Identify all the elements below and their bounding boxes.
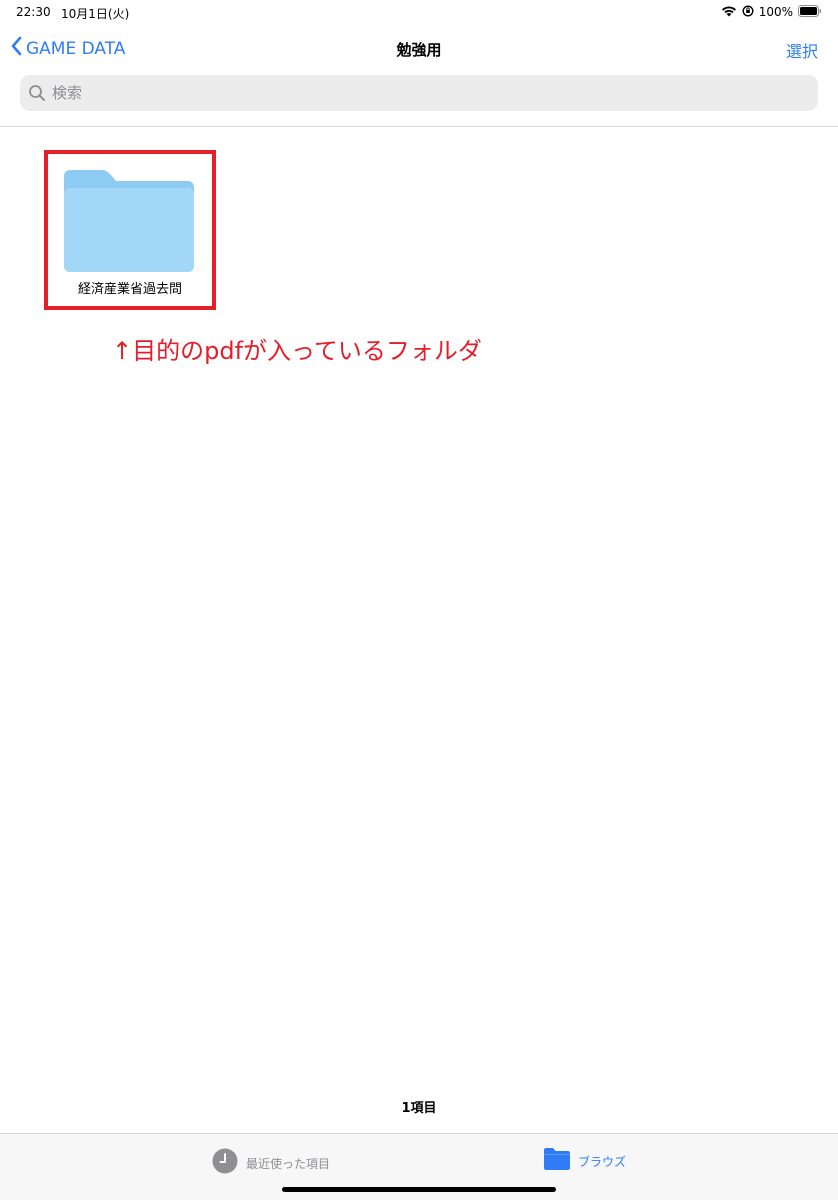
item-count: 1項目 [401,1101,437,1116]
select-button[interactable]: 選択 [786,38,818,62]
tab-recents-label: 最近使った項目 [246,1156,331,1171]
header-divider [0,126,838,127]
annotation-text: ↑目的のpdfが入っているフォルダ [112,337,482,365]
search-input[interactable] [50,83,794,103]
folder-icon [64,170,194,276]
page-title: 勉強用 [396,41,442,59]
battery-icon [798,4,822,20]
folder-item[interactable]: 経済産業省過去問 [44,150,216,310]
status-time: 22:30 [16,5,51,19]
folder-icon [544,1148,570,1174]
clock-icon [212,1148,238,1178]
battery-percentage: 100% [758,5,793,19]
search-icon [28,84,46,102]
tab-browse-label: ブラウズ [578,1154,627,1169]
files-app-screen: 22:30 10月1日(火) 100% GAME DATA 勉強用 選択 検索 … [0,0,838,1200]
navigation-bar: GAME DATA 勉強用 選択 [0,28,838,72]
tab-recents[interactable]: 最近使った項目 [212,1148,330,1178]
status-bar: 22:30 10月1日(火) 100% [0,0,838,24]
wifi-icon [721,5,737,20]
folder-name: 経済産業省過去問 [77,282,182,297]
status-indicators: 100% [721,4,822,20]
tab-browse[interactable]: ブラウズ [544,1148,626,1174]
status-date: 10月1日(火) [61,7,130,21]
search-bar[interactable] [20,75,818,111]
rotation-lock-icon [742,4,754,20]
home-indicator[interactable] [282,1187,556,1192]
